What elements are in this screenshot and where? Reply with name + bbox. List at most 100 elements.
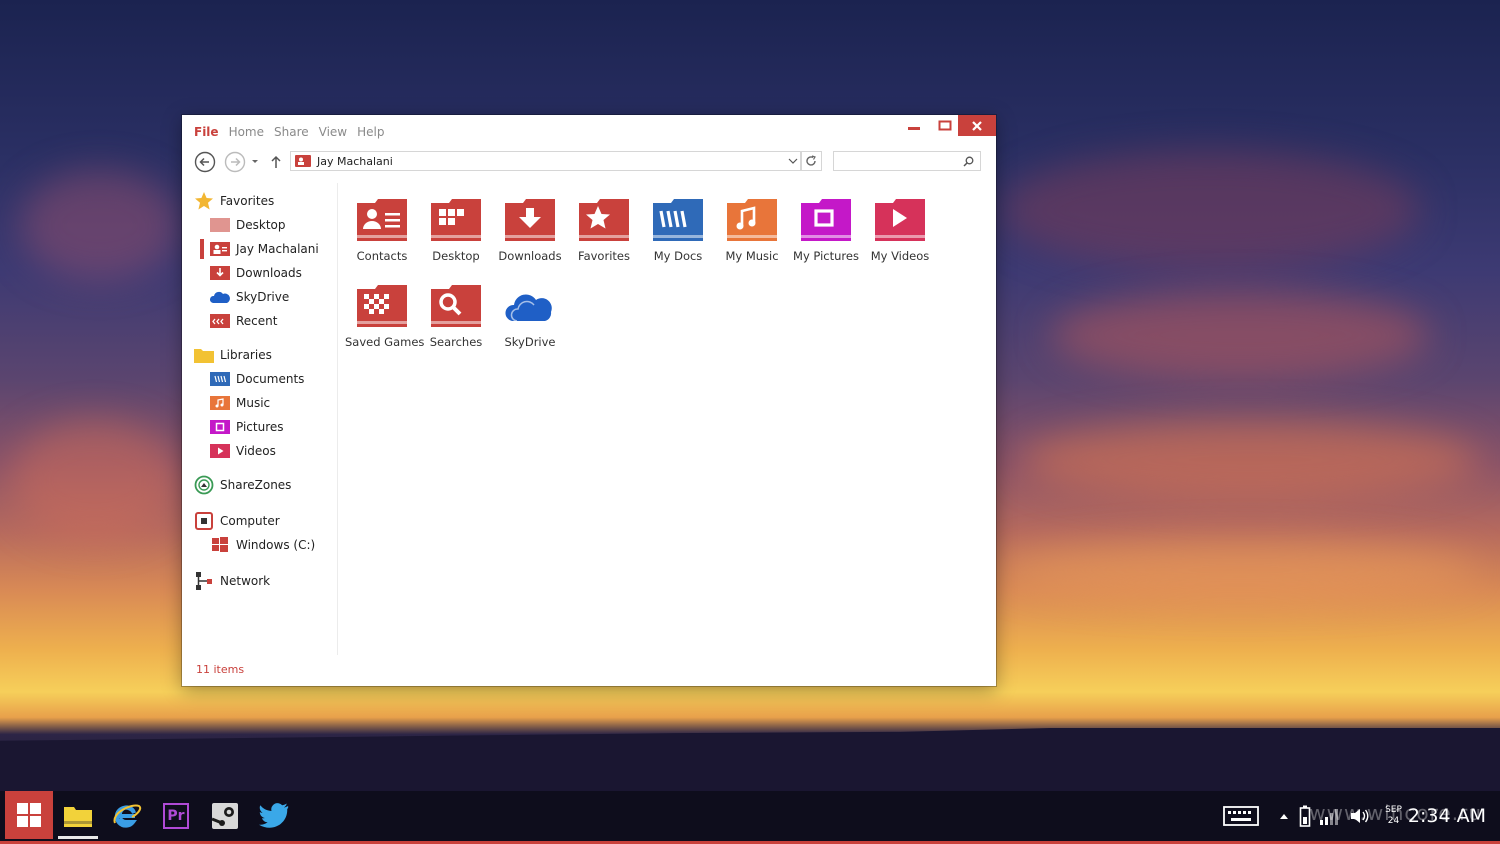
back-button[interactable] — [194, 151, 216, 173]
star-icon — [194, 191, 214, 211]
folder-downloads[interactable]: Downloads — [493, 193, 567, 271]
premiere-icon: Pr — [163, 803, 189, 829]
drive-windows-icon — [210, 537, 230, 553]
show-hidden-icons-button[interactable] — [1279, 812, 1289, 820]
taskbar-premiere[interactable]: Pr — [156, 799, 196, 833]
background-cloud — [20, 170, 180, 280]
touch-keyboard-button[interactable] — [1223, 806, 1259, 826]
close-icon — [972, 120, 982, 131]
favorites-folder-icon — [579, 199, 629, 241]
folder-saved-games[interactable]: Saved Games — [345, 279, 425, 357]
sidebar-label: ShareZones — [220, 478, 292, 492]
sidebar-item-documents[interactable]: Documents — [210, 369, 304, 389]
searches-folder-icon — [431, 285, 481, 327]
refresh-icon — [806, 155, 816, 166]
folder-contacts[interactable]: Contacts — [345, 193, 419, 271]
menu-file[interactable]: File — [194, 125, 219, 139]
search-box[interactable] — [833, 151, 981, 171]
back-arrow-icon — [194, 151, 216, 173]
sidebar-item-downloads[interactable]: Downloads — [210, 263, 302, 283]
folder-label: My Videos — [870, 249, 930, 263]
taskbar-file-explorer[interactable] — [58, 799, 98, 839]
minimize-icon — [908, 126, 920, 130]
up-button[interactable] — [268, 151, 284, 173]
folder-icon — [64, 807, 92, 827]
sidebar-label: SkyDrive — [236, 290, 290, 304]
computer-icon — [194, 511, 214, 531]
sidebar-network[interactable]: Network — [194, 571, 270, 591]
chevron-down-icon — [788, 158, 798, 164]
taskbar-steam[interactable] — [205, 799, 245, 833]
twitter-bird-icon — [259, 803, 289, 828]
sharezones-icon — [194, 475, 214, 495]
minimize-button[interactable] — [896, 115, 932, 136]
close-button[interactable] — [958, 115, 996, 136]
videos-folder-icon — [875, 199, 925, 241]
sidebar-item-recent[interactable]: Recent — [210, 311, 277, 331]
menu-share[interactable]: Share — [274, 125, 309, 139]
download-icon — [210, 265, 230, 281]
sidebar-item-windows-c[interactable]: Windows (C:) — [210, 535, 315, 555]
sidebar-item-videos[interactable]: Videos — [210, 441, 276, 461]
folder-my-pictures[interactable]: My Pictures — [789, 193, 863, 271]
taskbar: Pr SEP 24 2:34 AM www.wincore.ru — [0, 791, 1500, 844]
address-bar[interactable]: Jay Machalani — [290, 151, 802, 171]
watermark: www.wincore.ru — [1309, 801, 1482, 825]
folder-desktop[interactable]: Desktop — [419, 193, 493, 271]
sidebar-item-jay-machalani[interactable]: Jay Machalani — [200, 239, 319, 259]
videos-icon — [210, 443, 230, 459]
keyboard-icon — [1223, 806, 1259, 826]
navigation-bar: Jay Machalani — [194, 151, 982, 173]
folder-skydrive[interactable]: SkyDrive — [493, 279, 567, 357]
sidebar-favorites[interactable]: Favorites — [194, 191, 274, 211]
sidebar-item-music[interactable]: Music — [210, 393, 270, 413]
maximize-button[interactable] — [932, 115, 958, 136]
sidebar-libraries[interactable]: Libraries — [194, 345, 272, 365]
sidebar-computer[interactable]: Computer — [194, 511, 280, 531]
folder-icon — [194, 345, 214, 365]
cloud-icon — [210, 289, 230, 305]
background-cloud — [1000, 150, 1420, 270]
folder-label: SkyDrive — [504, 335, 556, 349]
sidebar-label: Recent — [236, 314, 278, 328]
folder-my-docs[interactable]: My Docs — [641, 193, 715, 271]
folder-my-videos[interactable]: My Videos — [863, 193, 937, 271]
address-dropdown[interactable] — [785, 152, 801, 170]
menu-help[interactable]: Help — [357, 125, 384, 139]
menu-view[interactable]: View — [319, 125, 347, 139]
recent-locations-button[interactable] — [249, 151, 261, 173]
background-cloud — [10, 420, 180, 540]
sidebar-item-pictures[interactable]: Pictures — [210, 417, 284, 437]
sidebar-label: Desktop — [236, 218, 286, 232]
music-folder-icon — [727, 199, 777, 241]
sidebar-label: Pictures — [236, 420, 284, 434]
forward-button[interactable] — [224, 151, 246, 173]
windows-logo-icon — [17, 803, 41, 827]
network-icon — [194, 571, 214, 591]
folder-searches[interactable]: Searches — [419, 279, 493, 357]
sidebar-label: Network — [220, 574, 271, 588]
sidebar-label: Libraries — [220, 348, 272, 362]
sidebar-item-skydrive[interactable]: SkyDrive — [210, 287, 289, 307]
recent-icon — [210, 313, 230, 329]
hill-silhouette — [0, 728, 1500, 792]
menu-home[interactable]: Home — [229, 125, 264, 139]
taskbar-twitter[interactable] — [254, 799, 294, 833]
folder-my-music[interactable]: My Music — [715, 193, 789, 271]
search-icon — [963, 156, 974, 167]
taskbar-internet-explorer[interactable] — [107, 799, 147, 833]
refresh-button[interactable] — [800, 151, 822, 171]
start-button[interactable] — [5, 791, 53, 839]
up-arrow-icon — [271, 155, 281, 168]
folder-label: Downloads — [498, 249, 562, 263]
background-cloud — [1020, 420, 1480, 500]
folder-label: My Music — [725, 249, 779, 263]
skydrive-icon — [505, 294, 552, 322]
folder-favorites[interactable]: Favorites — [567, 193, 641, 271]
folder-label: Saved Games — [345, 335, 425, 349]
sidebar-item-desktop[interactable]: Desktop — [210, 215, 286, 235]
sidebar-sharezones[interactable]: ShareZones — [194, 475, 291, 495]
background-cloud — [1000, 540, 1480, 600]
user-folder-icon — [210, 241, 230, 257]
sidebar-label: Favorites — [220, 194, 275, 208]
